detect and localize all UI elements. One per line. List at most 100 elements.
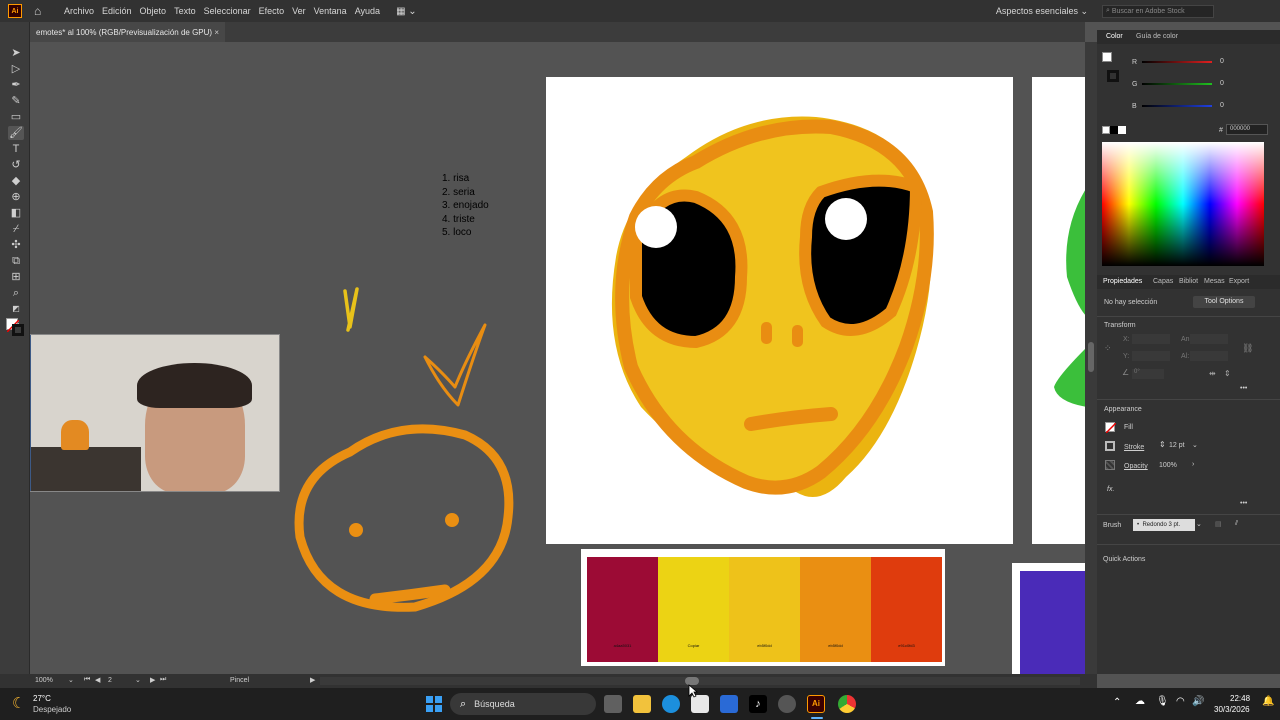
- workspace-switcher[interactable]: Aspectos esenciales ⌄: [996, 6, 1088, 17]
- alien-emote-artwork[interactable]: [546, 77, 1013, 544]
- chevron-up-icon[interactable]: ⌃: [1113, 697, 1121, 708]
- cloud-icon[interactable]: ☁: [1135, 696, 1145, 707]
- color-fill-indicator[interactable]: [1102, 52, 1112, 62]
- rotate-input[interactable]: 0°: [1132, 369, 1164, 379]
- taskbar-search-box[interactable]: ⌕ Búsqueda: [450, 693, 596, 715]
- palette-swatch[interactable]: Copiar: [658, 557, 729, 662]
- close-tab-icon[interactable]: ×: [214, 28, 219, 37]
- flip-horizontal-icon[interactable]: ⇹: [1209, 369, 1216, 378]
- weather-temperature[interactable]: 27°C: [33, 694, 51, 703]
- brush-select[interactable]: • Redondo 3 pt.: [1133, 519, 1195, 531]
- chevron-down-icon[interactable]: ⌄: [135, 676, 141, 684]
- menu-ver[interactable]: Ver: [292, 6, 306, 16]
- eyedropper-tool-icon[interactable]: ⌿: [8, 222, 24, 236]
- artboard-nav-next-icon[interactable]: ▶: [150, 676, 155, 684]
- speaker-icon[interactable]: 🔊: [1192, 696, 1204, 707]
- menu-edicion[interactable]: Edición: [102, 6, 132, 16]
- tab-layers[interactable]: Capas: [1153, 278, 1173, 285]
- home-icon[interactable]: ⌂: [34, 4, 48, 18]
- chevron-down-icon[interactable]: ⌄: [1196, 520, 1202, 528]
- task-view-icon[interactable]: [604, 695, 622, 713]
- rectangle-tool-icon[interactable]: ▭: [8, 110, 24, 124]
- rotate-tool-icon[interactable]: ↺: [8, 158, 24, 172]
- symbol-sprayer-tool-icon[interactable]: ✣: [8, 238, 24, 252]
- type-tool-icon[interactable]: T: [8, 142, 24, 156]
- menu-seleccionar[interactable]: Seleccionar: [204, 6, 251, 16]
- reference-point-icon[interactable]: ⁘: [1104, 343, 1112, 354]
- eraser-tool-icon[interactable]: ◆: [8, 174, 24, 188]
- notification-bell-icon[interactable]: 🔔: [1262, 696, 1274, 707]
- chevron-down-icon[interactable]: ⌄: [1192, 441, 1198, 449]
- x-input[interactable]: [1132, 334, 1170, 344]
- document-tab[interactable]: emotes* al 100% (RGB/Previsualización de…: [30, 22, 225, 42]
- palette-swatch[interactable]: e91c0fd3: [871, 557, 942, 662]
- opacity-label[interactable]: Opacity: [1124, 463, 1148, 470]
- menu-archivo[interactable]: Archivo: [64, 6, 94, 16]
- sketch-face-drawing[interactable]: [280, 277, 520, 617]
- swatch-black[interactable]: [1110, 126, 1118, 134]
- menu-texto[interactable]: Texto: [174, 6, 196, 16]
- gradient-tool-icon[interactable]: ◧: [8, 206, 24, 220]
- menu-objeto[interactable]: Objeto: [140, 6, 167, 16]
- canvas-vertical-scrollbar[interactable]: [1085, 42, 1097, 674]
- channel-r-slider[interactable]: [1142, 61, 1212, 63]
- artboard-second[interactable]: [1032, 77, 1085, 544]
- fill-label[interactable]: Fill: [1124, 424, 1133, 431]
- status-menu-icon[interactable]: ▶: [310, 676, 315, 684]
- artboard-main[interactable]: [546, 77, 1013, 544]
- channel-b-value[interactable]: 0: [1220, 102, 1224, 109]
- wifi-icon[interactable]: ◠: [1176, 696, 1185, 707]
- tab-export[interactable]: Export: [1229, 278, 1249, 285]
- pen-tool-icon[interactable]: ✒: [8, 78, 24, 92]
- chrome-icon[interactable]: [838, 695, 856, 713]
- transform-more-icon[interactable]: •••: [1240, 385, 1247, 392]
- stock-search-input[interactable]: ⌕ Buscar en Adobe Stock: [1102, 4, 1214, 18]
- stroke-stepper-icon[interactable]: ⇕: [1159, 440, 1166, 449]
- tab-artboards[interactable]: Mesas: [1204, 278, 1225, 285]
- blend-tool-icon[interactable]: ⧉: [8, 254, 24, 268]
- color-spectrum[interactable]: [1102, 142, 1264, 266]
- default-colors-icon[interactable]: ◩ ⇆: [8, 302, 24, 327]
- selection-tool-icon[interactable]: ➤: [8, 46, 24, 60]
- width-input[interactable]: [1190, 334, 1228, 344]
- artboard-nav-first-icon[interactable]: ⏮: [84, 676, 90, 684]
- hex-input[interactable]: 000000: [1226, 124, 1268, 135]
- stroke-label[interactable]: Stroke: [1124, 444, 1144, 451]
- illustrator-taskbar-icon[interactable]: Ai: [807, 695, 825, 713]
- zoom-tool-icon[interactable]: ⌕: [8, 286, 24, 300]
- channel-g-slider[interactable]: [1142, 83, 1212, 85]
- artboard-nav-last-icon[interactable]: ⏭: [160, 676, 166, 684]
- tab-color-guide[interactable]: Guía de color: [1136, 33, 1178, 40]
- tiktok-icon[interactable]: ♪: [749, 695, 767, 713]
- brush-library-icon[interactable]: ⫽: [1235, 520, 1238, 528]
- obs-icon[interactable]: [778, 695, 796, 713]
- color-stroke-indicator[interactable]: [1107, 70, 1119, 82]
- palette-swatch[interactable]: a4aa5031: [587, 557, 658, 662]
- file-explorer-icon[interactable]: [633, 695, 651, 713]
- artboard-number[interactable]: 2: [108, 677, 112, 684]
- constrain-proportions-icon[interactable]: ⛓: [1242, 343, 1253, 354]
- artboard-nav-prev-icon[interactable]: ◀: [95, 676, 100, 684]
- shape-builder-tool-icon[interactable]: ⊕: [8, 190, 24, 204]
- stroke-swatch[interactable]: [12, 324, 24, 336]
- palette-swatch[interactable]: eb5f0dd: [729, 557, 800, 662]
- appearance-more-icon[interactable]: •••: [1240, 500, 1247, 507]
- windows-start-icon[interactable]: [426, 696, 442, 712]
- tab-properties[interactable]: Propiedades: [1103, 278, 1142, 285]
- tool-options-button[interactable]: Tool Options: [1193, 296, 1255, 308]
- menu-ayuda[interactable]: Ayuda: [355, 6, 380, 16]
- opacity-value[interactable]: 100%: [1159, 462, 1177, 469]
- swatch-white[interactable]: [1118, 126, 1126, 134]
- clock-date[interactable]: 30/3/2026: [1214, 705, 1250, 714]
- color-palette-artboard[interactable]: a4aa5031 Copiar eb5f0dd eb5f0dd e91c0fd3: [581, 549, 945, 666]
- zoom-value[interactable]: 100%: [35, 677, 53, 684]
- direct-selection-tool-icon[interactable]: ▷: [8, 62, 24, 76]
- edge-browser-icon[interactable]: [662, 695, 680, 713]
- channel-g-value[interactable]: 0: [1220, 80, 1224, 87]
- canvas-area[interactable]: 1. risa 2. seria 3. enojado 4. triste 5.…: [30, 42, 1085, 674]
- stroke-weight-value[interactable]: 12 pt: [1169, 442, 1185, 449]
- fx-button[interactable]: fx.: [1107, 486, 1114, 493]
- brush-options-icon[interactable]: ▤: [1215, 520, 1222, 528]
- fill-swatch-icon[interactable]: [1105, 422, 1117, 434]
- tab-color[interactable]: Color: [1106, 33, 1123, 40]
